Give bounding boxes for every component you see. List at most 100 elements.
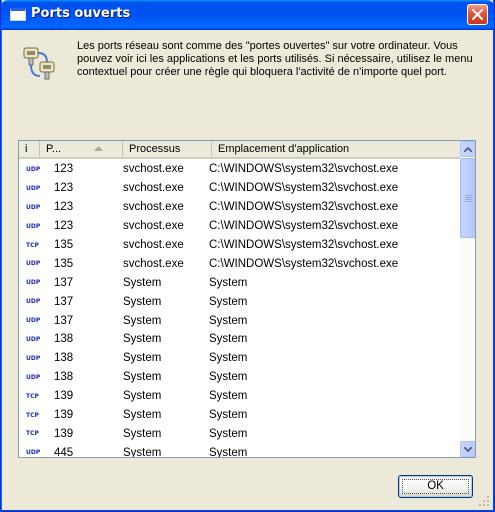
protocol-badge: TCP [26,430,39,438]
port-cell: 137 [54,276,74,289]
process-cell: svchost.exe [123,201,184,214]
location-cell: System [209,276,248,289]
port-cell: 138 [54,333,74,346]
table-row[interactable]: TCP 135 svchost.exe C:\WINDOWS\system32\svc… [19,236,460,255]
process-cell: svchost.exe [123,220,184,233]
close-icon [472,9,483,20]
ports-list[interactable]: i P... Processus Emplacement d'applicati… [18,140,476,458]
port-cell: 139 [54,390,74,403]
table-row[interactable]: TCP 139 System System [19,387,460,406]
process-cell: System [123,276,162,289]
port-cell: 135 [54,257,74,270]
table-row[interactable]: UDP 445 System System [19,443,460,458]
port-cell: 139 [54,409,74,422]
port-cell: 137 [54,295,74,308]
table-row[interactable]: UDP 138 System System [19,330,460,349]
process-cell: System [123,352,162,365]
port-cell: 123 [54,182,74,195]
location-cell: System [209,427,248,440]
location-cell: System [209,333,248,346]
info-text: Les ports réseau sont comme des "portes … [77,40,473,78]
protocol-badge: TCP [26,392,39,400]
process-cell: System [123,333,162,346]
vertical-scrollbar[interactable] [460,141,475,457]
location-cell: C:\WINDOWS\system32\svchost.exe [209,201,399,214]
process-cell: System [123,295,162,308]
location-cell: C:\WINDOWS\system32\svchost.exe [209,163,399,176]
location-cell: System [209,371,248,384]
port-cell: 138 [54,371,74,384]
port-cell: 138 [54,352,74,365]
window-icon [10,8,26,21]
process-cell: svchost.exe [123,239,184,251]
port-cell: 123 [54,163,74,176]
location-cell: C:\WINDOWS\system32\svchost.exe [209,182,399,195]
port-cell: 123 [54,220,74,233]
table-row[interactable]: UDP 137 System System [19,292,460,311]
process-cell: svchost.exe [123,257,184,270]
protocol-badge: UDP [26,222,41,230]
protocol-badge: UDP [26,203,41,211]
column-header-port[interactable]: P... [40,141,123,157]
process-cell: System [123,427,162,440]
column-header-info[interactable]: i [19,141,40,157]
port-cell: 139 [54,427,74,440]
table-row[interactable]: UDP 138 System System [19,368,460,387]
column-header-port-label: P... [46,143,62,155]
chevron-down-icon [464,446,472,452]
scroll-up-button[interactable] [460,141,475,157]
protocol-badge: UDP [26,354,41,362]
ok-button[interactable]: OK [398,475,473,498]
title-bar[interactable]: Ports ouverts [1,0,494,30]
resize-grip-icon[interactable] [478,495,490,507]
port-cell: 123 [54,201,74,214]
table-row[interactable]: UDP 135 svchost.exe C:\WINDOWS\system32\svc… [19,254,460,273]
location-cell: C:\WINDOWS\system32\svchost.exe [209,239,399,251]
close-button[interactable] [467,4,488,25]
protocol-badge: UDP [26,335,41,343]
list-rows: UDP 123 svchost.exe C:\WINDOWS\system32\svc… [19,160,460,458]
protocol-badge: TCP [26,241,39,249]
column-header-location[interactable]: Emplacement d'application [212,141,460,157]
location-cell: System [209,295,248,308]
protocol-badge: UDP [26,373,41,381]
scroll-thumb[interactable] [460,158,475,238]
protocol-badge: UDP [26,184,41,192]
network-ports-icon [23,47,55,80]
port-cell: 445 [54,446,74,458]
process-cell: System [123,314,162,327]
process-cell: svchost.exe [123,163,184,176]
location-cell: System [209,446,248,458]
scroll-down-button[interactable] [460,441,475,457]
ports-dialog: Ports ouverts Les ports réseau sont comm… [0,0,495,512]
table-row[interactable]: UDP 138 System System [19,349,460,368]
table-row[interactable]: UDP 123 svchost.exe C:\WINDOWS\system32\svc… [19,198,460,217]
location-cell: System [209,314,248,327]
location-cell: System [209,390,248,403]
table-row[interactable]: TCP 139 System System [19,424,460,443]
column-header-process[interactable]: Processus [123,141,212,157]
sort-ascending-icon [94,146,103,151]
table-row[interactable]: UDP 123 svchost.exe C:\WINDOWS\system32\svc… [19,160,460,179]
scroll-thumb-grip [465,195,472,203]
location-cell: C:\WINDOWS\system32\svchost.exe [209,220,399,233]
table-row[interactable]: UDP 137 System System [19,311,460,330]
location-cell: System [209,352,248,365]
table-row[interactable]: UDP 123 svchost.exe C:\WINDOWS\system32\svc… [19,179,460,198]
process-cell: System [123,409,162,422]
table-row[interactable]: UDP 137 System System [19,273,460,292]
protocol-badge: UDP [26,298,41,306]
protocol-badge: UDP [26,449,41,457]
table-row[interactable]: TCP 139 System System [19,406,460,425]
process-cell: System [123,390,162,403]
chevron-up-icon [464,146,472,152]
window-title: Ports ouverts [31,6,131,21]
port-cell: 137 [54,314,74,327]
process-cell: System [123,371,162,384]
process-cell: System [123,446,162,458]
protocol-badge: UDP [26,260,41,268]
list-header: i P... Processus Emplacement d'applicati… [19,141,460,159]
table-row[interactable]: UDP 123 svchost.exe C:\WINDOWS\system32\svc… [19,217,460,236]
process-cell: svchost.exe [123,182,184,195]
protocol-badge: UDP [26,317,41,325]
